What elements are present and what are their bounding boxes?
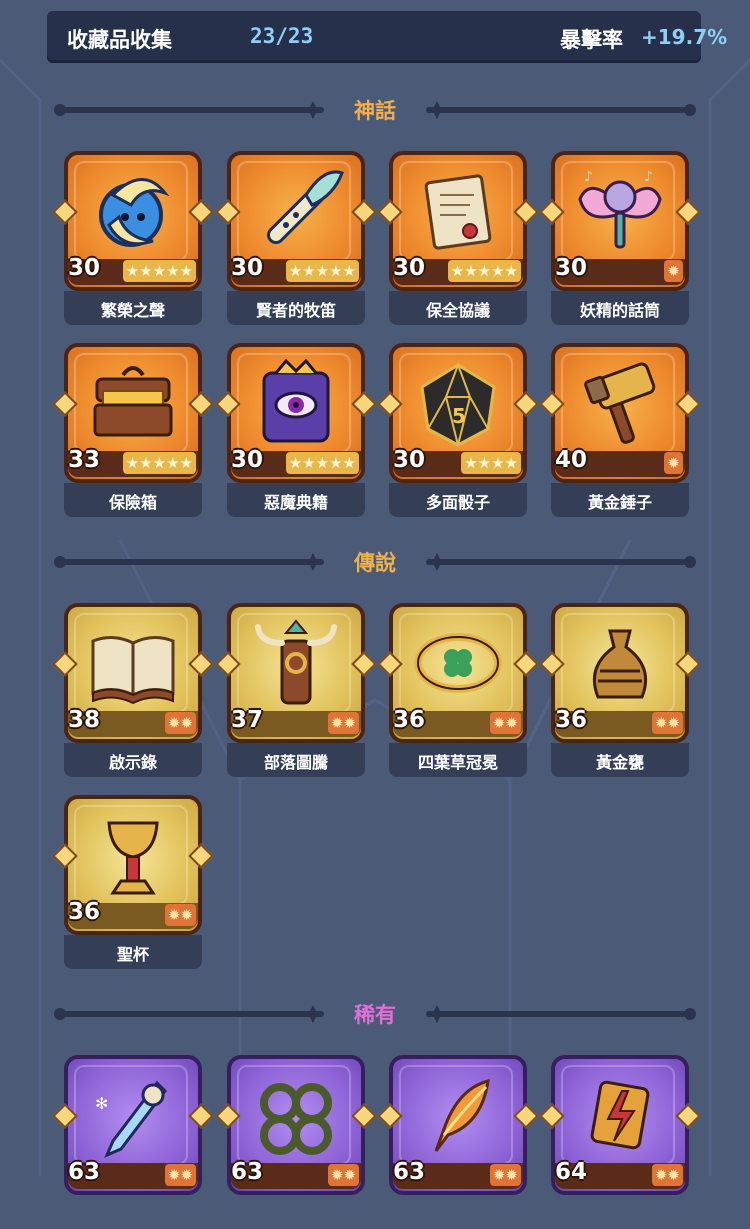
item-level: 30 <box>231 255 264 281</box>
item-level: 40 <box>555 447 588 473</box>
treasure-chest-icon <box>93 366 173 437</box>
star-rating: ✹✹ <box>489 1164 521 1186</box>
item-name: 啟示錄 <box>108 753 157 772</box>
crit-rate-label: 暴擊率 <box>560 28 623 52</box>
item-level: 30 <box>555 255 588 281</box>
section-label-mythic: 神話 <box>354 99 396 123</box>
collectible-card[interactable]: 30 ★★★★★ 賢者的牧笛 <box>215 151 377 325</box>
star-rating: ✹✹ <box>327 712 359 734</box>
collectible-card[interactable]: ♪ ♪ 30 ✹ 妖精的話筒 <box>539 151 701 325</box>
section-label-rare: 稀有 <box>354 1003 396 1027</box>
collectible-card[interactable]: 63 ✹✹ <box>215 1055 377 1229</box>
collectible-card[interactable]: 30 ★★★★★ 惡魔典籍 <box>215 343 377 517</box>
collection-title: 收藏品收集 <box>67 28 172 52</box>
item-level: 30 <box>231 447 264 473</box>
lightning-rune-icon <box>590 1080 650 1150</box>
star-rating: ★★★★★ <box>285 260 359 282</box>
feather-flute-icon <box>267 170 344 244</box>
star-rating: ✹✹ <box>164 1164 196 1186</box>
item-name: 多面骰子 <box>425 493 490 512</box>
clover-crown-icon <box>414 633 502 693</box>
item-name: 保險箱 <box>108 493 157 512</box>
star-rating: ★★★★ <box>461 452 521 474</box>
svg-text:✻: ✻ <box>95 1094 108 1113</box>
item-level: 38 <box>68 707 101 733</box>
star-rating: ★★★★★ <box>285 452 359 474</box>
collectible-card[interactable]: 64 ✹✹ <box>539 1055 701 1229</box>
collectible-card[interactable]: 40 ✹ 黃金錘子 <box>539 343 701 517</box>
item-level: 30 <box>393 255 426 281</box>
star-rating: ✹✹ <box>164 904 196 926</box>
collectible-card[interactable]: ✻ 63 ✹✹ <box>52 1055 214 1229</box>
item-name: 四葉草冠冕 <box>417 753 498 772</box>
collectible-card[interactable]: 36 ✹✹ 聖杯 <box>52 795 214 969</box>
collectible-card[interactable]: 5 30 ★★★★ 多面骰子 <box>377 343 539 517</box>
collection-header: 收藏品收集 23/23 暴擊率 +19.7% <box>47 11 727 63</box>
section-label-legend: 傳說 <box>354 551 396 575</box>
item-level: 63 <box>68 1159 101 1185</box>
star-rating: ✹✹ <box>651 1164 683 1186</box>
thorn-vine-icon <box>260 1083 332 1155</box>
item-level: 63 <box>393 1159 426 1185</box>
collectible-card[interactable]: 36 ✹✹ 四葉草冠冕 <box>377 603 539 777</box>
item-name: 黃金錘子 <box>587 493 652 512</box>
svg-text:♪: ♪ <box>584 169 593 185</box>
star-rating: ✹ <box>664 260 683 282</box>
collectible-card[interactable]: 30 ★★★★★ 保全協議 <box>377 151 539 325</box>
moon-spirit-icon <box>99 178 170 247</box>
item-name: 妖精的話筒 <box>579 301 660 320</box>
open-book-icon <box>91 636 175 705</box>
star-rating: ★★★★★ <box>447 260 521 282</box>
star-rating: ✹✹ <box>164 712 196 734</box>
golden-hammer-icon <box>584 362 656 444</box>
fairy-microphone-icon: ♪ ♪ <box>578 169 662 249</box>
svg-text:5: 5 <box>452 404 466 428</box>
star-rating: ✹✹ <box>651 712 683 734</box>
collection-count: 23/23 <box>250 24 314 48</box>
item-level: 30 <box>393 447 426 473</box>
item-name: 繁榮之聲 <box>100 301 165 320</box>
item-name: 保全協議 <box>425 301 490 320</box>
item-level: 33 <box>68 447 101 473</box>
collectible-card[interactable]: 63 ✹✹ <box>377 1055 539 1229</box>
item-name: 黃金甕 <box>595 753 644 772</box>
item-level: 64 <box>555 1159 588 1185</box>
item-level: 63 <box>231 1159 264 1185</box>
section-divider-legend: 傳說 <box>48 545 702 579</box>
crit-rate-value: +19.7% <box>641 25 728 49</box>
star-rating: ✹✹ <box>327 1164 359 1186</box>
star-rating: ✹ <box>664 452 683 474</box>
golden-urn-icon <box>593 629 647 699</box>
scroll-document-icon <box>424 174 492 250</box>
item-name: 部落圖騰 <box>263 753 328 772</box>
collectible-card[interactable]: 37 ✹✹ 部落圖騰 <box>215 603 377 777</box>
demon-book-icon <box>262 358 330 443</box>
item-level: 30 <box>68 255 101 281</box>
item-name: 賢者的牧笛 <box>255 301 336 320</box>
polyhedral-dice-icon: 5 <box>420 362 496 447</box>
tribal-totem-icon <box>255 619 337 705</box>
star-rating: ★★★★★ <box>122 260 196 282</box>
svg-text:♪: ♪ <box>644 169 653 185</box>
item-level: 36 <box>68 899 101 925</box>
fire-feather-quill-icon <box>434 1078 490 1152</box>
item-name: 惡魔典籍 <box>263 493 328 512</box>
star-rating: ✹✹ <box>489 712 521 734</box>
collectible-card[interactable]: 36 ✹✹ 黃金甕 <box>539 603 701 777</box>
collectible-card[interactable]: 30 ★★★★★ 繁榮之聲 <box>52 151 214 325</box>
item-level: 37 <box>231 707 264 733</box>
collectible-card[interactable]: 38 ✹✹ 啟示錄 <box>52 603 214 777</box>
section-divider-mythic: 神話 <box>48 93 702 127</box>
holy-grail-icon <box>107 821 159 895</box>
section-divider-rare: 稀有 <box>48 997 702 1031</box>
ice-skull-sword-icon: ✻ <box>95 1080 167 1158</box>
item-level: 36 <box>393 707 426 733</box>
item-name: 聖杯 <box>116 945 149 964</box>
collectible-card[interactable]: 33 ★★★★★ 保險箱 <box>52 343 214 517</box>
item-level: 36 <box>555 707 588 733</box>
star-rating: ★★★★★ <box>122 452 196 474</box>
